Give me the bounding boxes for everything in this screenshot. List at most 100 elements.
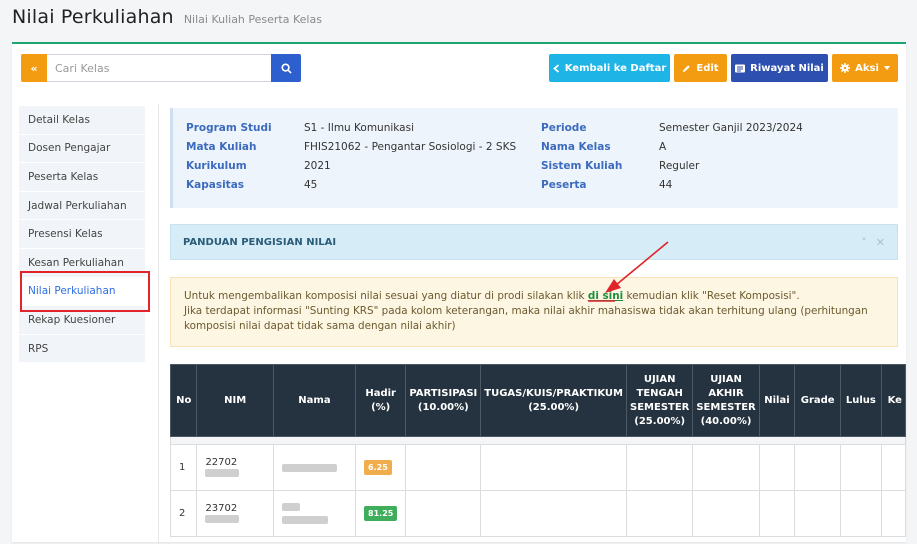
search-button[interactable] xyxy=(271,54,301,82)
reset-composition-link[interactable]: di sini xyxy=(588,290,623,302)
row-tugas[interactable] xyxy=(480,444,627,491)
periode-value: Semester Ganjil 2023/2024 xyxy=(659,121,803,134)
grade-history-button[interactable]: Riwayat Nilai xyxy=(731,54,828,82)
info-alert: Untuk mengembalikan komposisi nilai sesu… xyxy=(170,277,898,347)
row-uts[interactable] xyxy=(625,444,694,491)
row-grade xyxy=(794,444,842,491)
periode-label: Periode xyxy=(541,121,587,134)
col-nim[interactable]: NIM xyxy=(196,364,274,437)
spacer-row xyxy=(170,436,906,445)
col-grade[interactable]: Grade xyxy=(794,364,842,437)
close-icon[interactable]: ✕ xyxy=(876,236,885,249)
page-subtitle: Nilai Kuliah Peserta Kelas xyxy=(183,13,322,26)
row-uas[interactable] xyxy=(692,490,760,537)
edit-button[interactable]: Edit xyxy=(674,54,727,82)
row-keterangan xyxy=(880,444,907,491)
main-panel: « Cari Kelas Kembali ke Daftar Edit Riwa… xyxy=(12,42,907,544)
info-row: Program Studi S1 - Ilmu Komunikasi Perio… xyxy=(186,118,898,137)
list-icon xyxy=(735,64,746,72)
redacted-name xyxy=(281,516,328,524)
action-label: Aksi xyxy=(855,62,879,74)
col-nama[interactable]: Nama xyxy=(272,364,357,437)
nama-kelas-label: Nama Kelas xyxy=(541,140,611,153)
collapse-icon[interactable]: ˅ xyxy=(861,236,867,249)
table-header-row: No NIM Nama Hadir (%) PARTISIPASI (10.00… xyxy=(169,364,907,437)
program-studi-value: S1 - Ilmu Komunikasi xyxy=(304,121,415,134)
col-keterangan[interactable]: Ke xyxy=(880,364,907,437)
col-tugas[interactable]: TUGAS/KUIS/PRAKTIKUM (25.00%) xyxy=(480,364,627,437)
sistem-kuliah-label: Sistem Kuliah xyxy=(541,159,623,172)
peserta-label: Peserta xyxy=(541,178,587,191)
kapasitas-label: Kapasitas xyxy=(186,178,245,191)
back-label: Kembali ke Daftar xyxy=(564,62,667,74)
alert-text-1: Untuk mengembalikan komposisi nilai sesu… xyxy=(184,290,588,302)
row-nim: 22702 xyxy=(196,444,274,491)
row-nama xyxy=(272,444,357,491)
redacted-name xyxy=(281,463,337,472)
row-uts[interactable] xyxy=(625,490,694,537)
sidebar-item-detail-kelas[interactable]: Detail Kelas xyxy=(19,106,145,135)
search-icon xyxy=(280,62,292,74)
grades-table: No NIM Nama Hadir (%) PARTISIPASI (10.00… xyxy=(169,364,907,537)
alert-text-2: kemudian klik "Reset Komposisi". xyxy=(623,290,800,302)
table-row: 2 23702 81.25 xyxy=(169,490,907,537)
mata-kuliah-value: FHIS21062 - Pengantar Sosiologi - 2 SKS xyxy=(304,140,517,153)
col-no[interactable]: No xyxy=(169,364,198,437)
kurikulum-label: Kurikulum xyxy=(186,159,247,172)
attendance-badge: 81.25 xyxy=(364,506,398,521)
col-uas[interactable]: UJIAN AKHIR SEMESTER (40.00%) xyxy=(692,364,760,437)
info-row: Kapasitas 45 Peserta 44 xyxy=(186,175,898,194)
attendance-badge: 6.25 xyxy=(364,460,392,475)
sidebar-item-jadwal-perkuliahan[interactable]: Jadwal Perkuliahan xyxy=(19,191,145,221)
info-row: Mata Kuliah FHIS21062 - Pengantar Sosiol… xyxy=(186,137,898,156)
kapasitas-value: 45 xyxy=(304,178,318,191)
redacted-text xyxy=(205,468,240,477)
col-hadir[interactable]: Hadir (%) xyxy=(355,364,407,437)
sistem-kuliah-value: Reguler xyxy=(659,159,700,172)
program-studi-label: Program Studi xyxy=(186,121,272,134)
row-keterangan xyxy=(880,490,907,537)
action-dropdown-button[interactable]: Aksi xyxy=(832,54,898,82)
back-to-list-button[interactable]: Kembali ke Daftar xyxy=(549,54,670,82)
sidebar-item-rps[interactable]: RPS xyxy=(19,334,145,364)
sidebar-item-peserta-kelas[interactable]: Peserta Kelas xyxy=(19,163,145,192)
row-lulus xyxy=(840,444,882,491)
nama-kelas-value: A xyxy=(659,140,667,153)
row-partisipasi[interactable] xyxy=(405,444,482,491)
nim-value: 23702 xyxy=(205,502,238,514)
col-partisipasi[interactable]: PARTISIPASI (10.00%) xyxy=(405,364,482,437)
sidebar-item-presensi-kelas[interactable]: Presensi Kelas xyxy=(19,220,145,249)
table-row: 1 22702 6.25 xyxy=(169,444,907,491)
peserta-value: 44 xyxy=(659,178,673,191)
history-label: Riwayat Nilai xyxy=(750,62,824,74)
mata-kuliah-label: Mata Kuliah xyxy=(186,140,257,153)
edit-label: Edit xyxy=(696,62,719,74)
row-partisipasi[interactable] xyxy=(405,490,482,537)
row-lulus xyxy=(840,490,882,537)
row-tugas[interactable] xyxy=(480,490,627,537)
highlight-box xyxy=(20,271,150,312)
col-uts[interactable]: UJIAN TENGAH SEMESTER (25.00%) xyxy=(625,364,694,437)
row-no: 1 xyxy=(169,444,198,491)
row-hadir: 81.25 xyxy=(355,490,407,537)
sidebar-item-dosen-pengajar[interactable]: Dosen Pengajar xyxy=(19,134,145,164)
alert-text-3: Jika terdapat informasi "Sunting KRS" pa… xyxy=(184,305,868,332)
class-info-box: Program Studi S1 - Ilmu Komunikasi Perio… xyxy=(170,108,898,208)
divider xyxy=(158,104,159,544)
gear-icon xyxy=(840,63,851,73)
row-nim: 23702 xyxy=(196,490,274,537)
chevron-left-icon xyxy=(552,63,559,73)
info-row: Kurikulum 2021 Sistem Kuliah Reguler xyxy=(186,156,898,175)
row-no: 2 xyxy=(169,490,198,537)
col-lulus[interactable]: Lulus xyxy=(840,364,882,437)
col-nilai[interactable]: Nilai xyxy=(758,364,796,437)
row-uas[interactable] xyxy=(692,444,760,491)
grading-guide-box[interactable]: PANDUAN PENGISIAN NILAI ˅ ✕ xyxy=(170,224,898,260)
page-header: Nilai Perkuliahan Nilai Kuliah Peserta K… xyxy=(12,6,322,28)
search-input[interactable]: Cari Kelas xyxy=(47,54,272,82)
nim-value: 22702 xyxy=(205,456,238,468)
row-grade xyxy=(794,490,842,537)
row-nama xyxy=(272,490,357,537)
search-toggle-button[interactable]: « xyxy=(21,54,47,82)
caret-down-icon xyxy=(883,66,890,70)
